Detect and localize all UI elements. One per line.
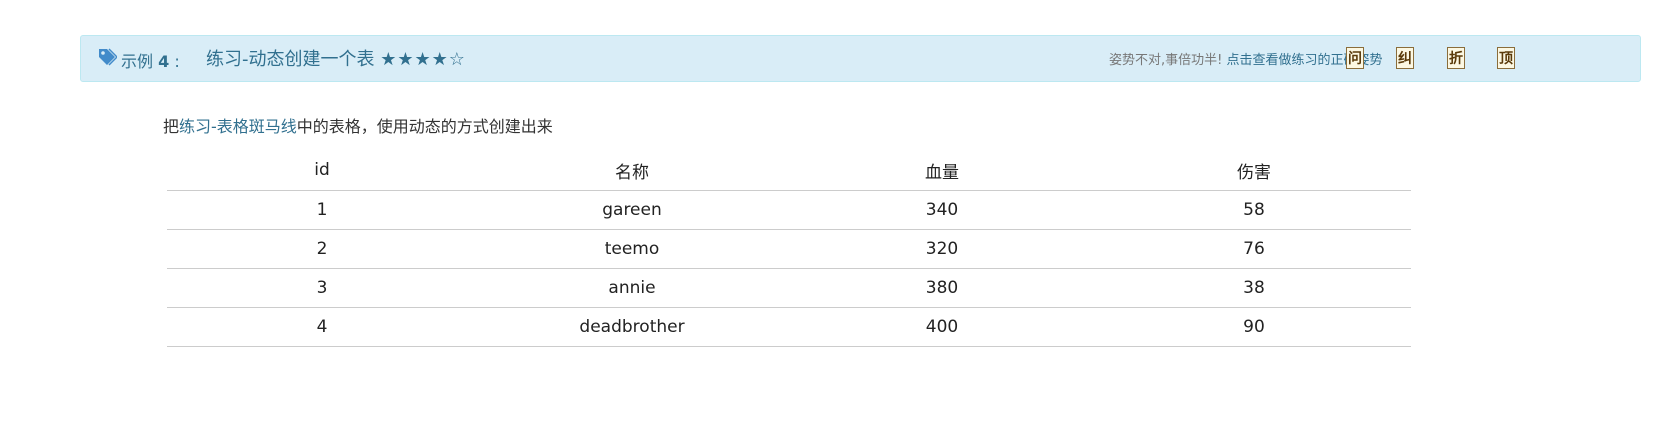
cell-hp: 400: [787, 307, 1097, 347]
hint-prefix: 姿势不对,事倍功半!: [1109, 53, 1223, 68]
cell-damage: 90: [1097, 307, 1411, 347]
description-link[interactable]: 练习-表格斑马线: [179, 117, 297, 136]
cell-name: gareen: [477, 190, 787, 230]
example-label-text: 示例: [121, 52, 154, 71]
cell-hp: 320: [787, 229, 1097, 269]
table-row: 3 annie 380 38: [167, 268, 1411, 308]
example-header-bar: 示例 4 : 练习-动态创建一个表 ★★★★☆ 姿势不对,事倍功半! 点击查看做…: [80, 35, 1641, 82]
table-row: 1 gareen 340 58: [167, 190, 1411, 230]
hero-table: id 名称 血量 伤害 1 gareen 340 58 2 teemo 320 …: [167, 150, 1411, 347]
cell-id: 3: [167, 268, 477, 308]
example-title: 练习-动态创建一个表 ★★★★☆: [206, 45, 466, 71]
example-separator: :: [174, 52, 180, 71]
correct-button[interactable]: 纠: [1396, 47, 1414, 69]
tag-icon: [99, 48, 117, 66]
cell-id: 4: [167, 307, 477, 347]
page: 示例 4 : 练习-动态创建一个表 ★★★★☆ 姿势不对,事倍功半! 点击查看做…: [0, 0, 1656, 421]
table-row: 4 deadbrother 400 90: [167, 307, 1411, 347]
example-label: 示例 4 :: [121, 48, 180, 72]
top-button[interactable]: 顶: [1497, 47, 1515, 69]
cell-name: deadbrother: [477, 307, 787, 347]
cell-name: annie: [477, 268, 787, 308]
column-header-id: id: [167, 150, 477, 191]
cell-id: 2: [167, 229, 477, 269]
cell-hp: 340: [787, 190, 1097, 230]
cell-hp: 380: [787, 268, 1097, 308]
column-header-hp: 血量: [787, 150, 1097, 191]
table-header-row: id 名称 血量 伤害: [167, 150, 1411, 191]
cell-name: teemo: [477, 229, 787, 269]
column-header-name: 名称: [477, 150, 787, 191]
collapse-button[interactable]: 折: [1447, 47, 1465, 69]
cell-damage: 38: [1097, 268, 1411, 308]
difficulty-stars: ★★★★☆: [380, 49, 466, 70]
description-prefix: 把: [163, 117, 180, 136]
cell-damage: 76: [1097, 229, 1411, 269]
question-button[interactable]: 问: [1346, 47, 1364, 69]
description-suffix: 中的表格，使用动态的方式创建出来: [296, 117, 553, 136]
cell-damage: 58: [1097, 190, 1411, 230]
column-header-damage: 伤害: [1097, 150, 1411, 191]
practice-hint: 姿势不对,事倍功半! 点击查看做练习的正确姿势: [1109, 49, 1383, 68]
table-row: 2 teemo 320 76: [167, 229, 1411, 269]
example-number: 4: [158, 52, 170, 71]
cell-id: 1: [167, 190, 477, 230]
example-title-text: 练习-动态创建一个表: [206, 49, 375, 70]
exercise-description: 把练习-表格斑马线中的表格，使用动态的方式创建出来: [163, 113, 553, 137]
